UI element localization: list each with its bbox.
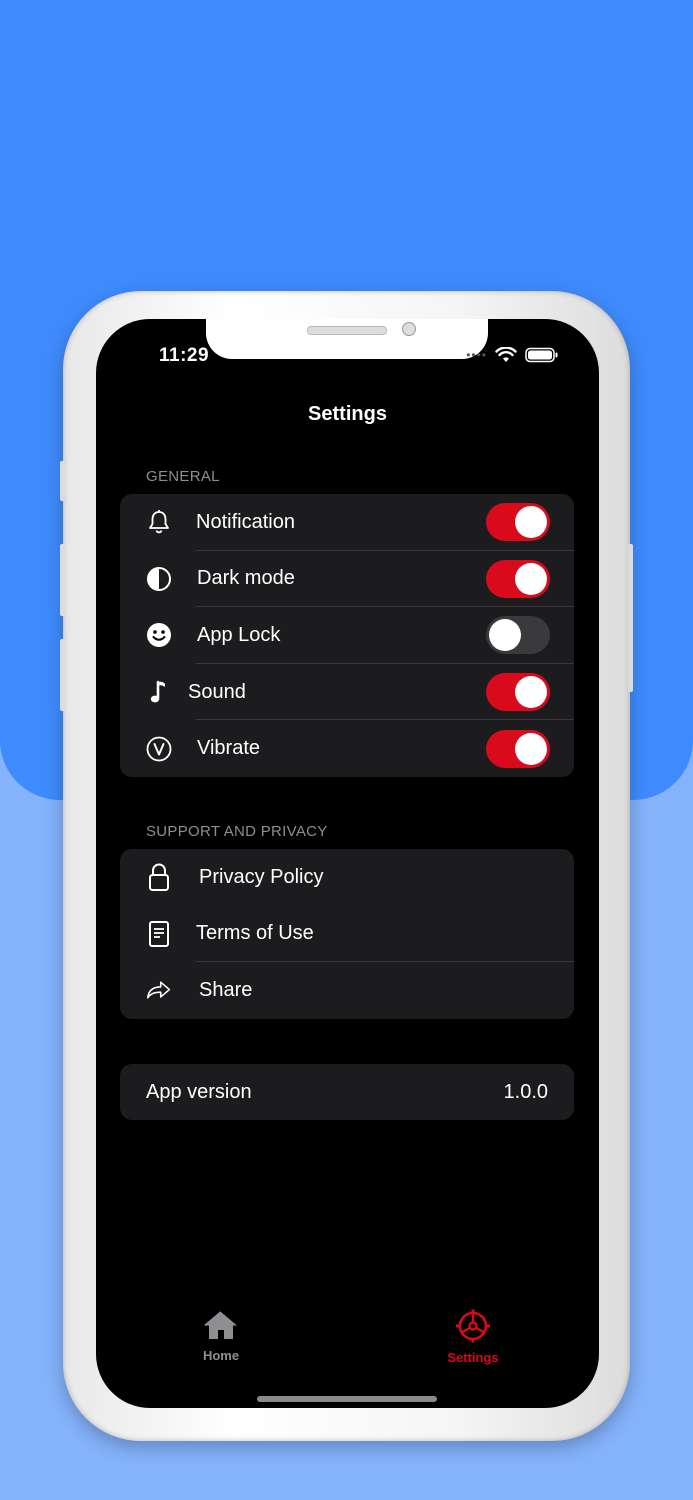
mute-switch	[60, 461, 65, 501]
toggle-knob	[515, 732, 547, 765]
privacy-policy-label: Privacy Policy	[199, 865, 324, 888]
app-lock-toggle[interactable]	[486, 616, 550, 655]
document-icon	[146, 920, 172, 947]
smiley-icon	[146, 622, 172, 648]
share-label: Share	[199, 978, 253, 1001]
vibrate-label: Vibrate	[197, 737, 261, 760]
tab-settings[interactable]: Settings	[433, 1309, 513, 1365]
notification-label: Notification	[196, 510, 295, 533]
toggle-knob	[515, 676, 547, 709]
status-icons: ••••	[466, 347, 559, 363]
volume-up-button	[60, 544, 65, 616]
home-icon	[204, 1311, 237, 1339]
toggle-knob	[515, 562, 547, 595]
contrast-icon	[146, 566, 172, 592]
camera	[402, 322, 416, 336]
dark-mode-label: Dark mode	[197, 567, 295, 590]
battery-icon	[525, 347, 558, 363]
page-title: Settings	[308, 403, 387, 425]
app-version-row: App version 1.0.0	[120, 1064, 574, 1120]
sound-label: Sound	[188, 680, 246, 703]
section-label-support: SUPPORT AND PRIVACY	[146, 823, 328, 840]
toggle-knob	[489, 619, 521, 652]
dark-mode-toggle[interactable]	[486, 559, 550, 598]
status-time: 11:29	[159, 345, 210, 366]
share-icon	[146, 977, 172, 1003]
app-version-value: 1.0.0	[503, 1080, 548, 1103]
vibrate-row: Vibrate	[120, 720, 574, 777]
home-indicator[interactable]	[257, 1396, 437, 1402]
vibrate-toggle[interactable]	[486, 729, 550, 768]
support-group: Privacy Policy Terms of Use Share	[120, 849, 574, 1019]
general-settings-group: Notification Dark mode App Lock Sound Vi…	[120, 494, 574, 777]
tab-home-label: Home	[202, 1348, 240, 1363]
app-lock-label: App Lock	[197, 623, 281, 646]
toggle-knob	[515, 506, 547, 539]
wifi-icon	[495, 347, 517, 362]
gear-icon	[456, 1309, 490, 1343]
dark-mode-row: Dark mode	[120, 551, 574, 608]
bell-icon	[146, 509, 172, 535]
app-version-label: App version	[146, 1080, 252, 1103]
volume-down-button	[60, 639, 65, 711]
tab-settings-label: Settings	[447, 1350, 499, 1365]
terms-of-use-label: Terms of Use	[196, 922, 314, 945]
tab-bar: Home Settings	[96, 1309, 599, 1369]
tab-home[interactable]: Home	[181, 1309, 261, 1363]
lock-icon	[146, 863, 172, 892]
notch	[206, 319, 488, 359]
notification-row: Notification	[120, 494, 574, 551]
section-label-general: GENERAL	[146, 468, 220, 485]
speaker	[307, 326, 387, 335]
sound-row: Sound	[120, 664, 574, 721]
share-row[interactable]: Share	[120, 962, 574, 1019]
app-lock-row: App Lock	[120, 607, 574, 664]
power-button	[628, 544, 633, 692]
sound-toggle[interactable]	[486, 673, 550, 712]
terms-of-use-row[interactable]: Terms of Use	[120, 906, 574, 963]
privacy-policy-row[interactable]: Privacy Policy	[120, 849, 574, 906]
notification-toggle[interactable]	[486, 503, 550, 542]
vibrate-icon	[146, 736, 172, 762]
signal-icon: ••••	[466, 348, 487, 362]
phone-screen: 11:29 •••• Settings GENERAL Notification	[96, 319, 599, 1408]
music-note-icon	[146, 679, 172, 705]
